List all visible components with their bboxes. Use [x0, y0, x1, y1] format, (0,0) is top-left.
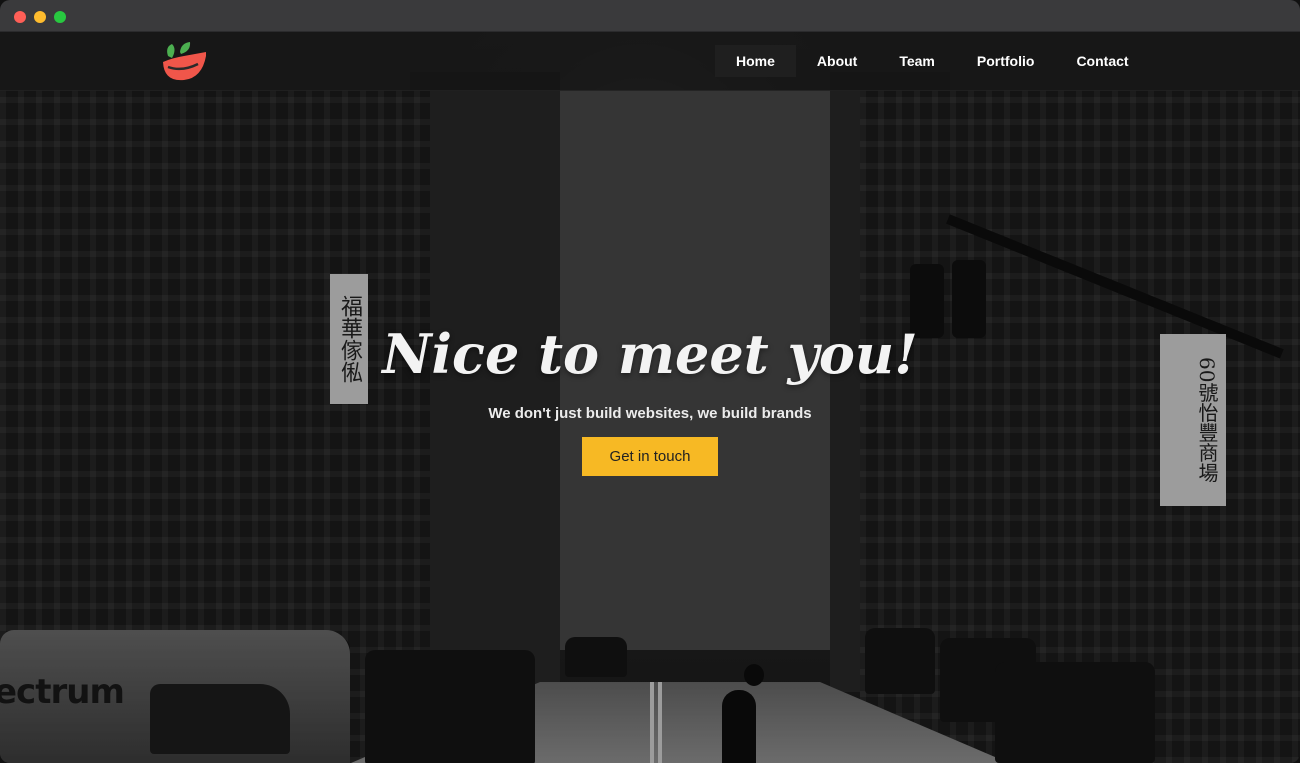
leaf-bowl-logo-icon — [163, 42, 206, 81]
minimize-window-button[interactable] — [34, 11, 46, 23]
nav-item-contact[interactable]: Contact — [1055, 45, 1149, 77]
hero-dark-overlay — [0, 32, 1300, 763]
hero-title: Nice to meet you! — [382, 322, 918, 386]
get-in-touch-button[interactable]: Get in touch — [582, 437, 718, 476]
nav-item-home[interactable]: Home — [715, 45, 796, 77]
window-titlebar — [0, 0, 1300, 32]
hero-subtitle: We don't just build websites, we build b… — [488, 405, 812, 422]
nav-item-team[interactable]: Team — [878, 45, 956, 77]
main-nav: Home About Team Portfolio Contact — [715, 45, 1150, 77]
top-navbar: Home About Team Portfolio Contact — [0, 32, 1300, 91]
brand-logo[interactable] — [160, 42, 208, 82]
maximize-window-button[interactable] — [54, 11, 66, 23]
hero-section: 福華傢俬 60號怡豐商場 ectrum — [0, 32, 1300, 763]
nav-item-portfolio[interactable]: Portfolio — [956, 45, 1056, 77]
nav-item-about[interactable]: About — [796, 45, 878, 77]
browser-window: 福華傢俬 60號怡豐商場 ectrum Home About Team Port… — [0, 0, 1300, 763]
close-window-button[interactable] — [14, 11, 26, 23]
